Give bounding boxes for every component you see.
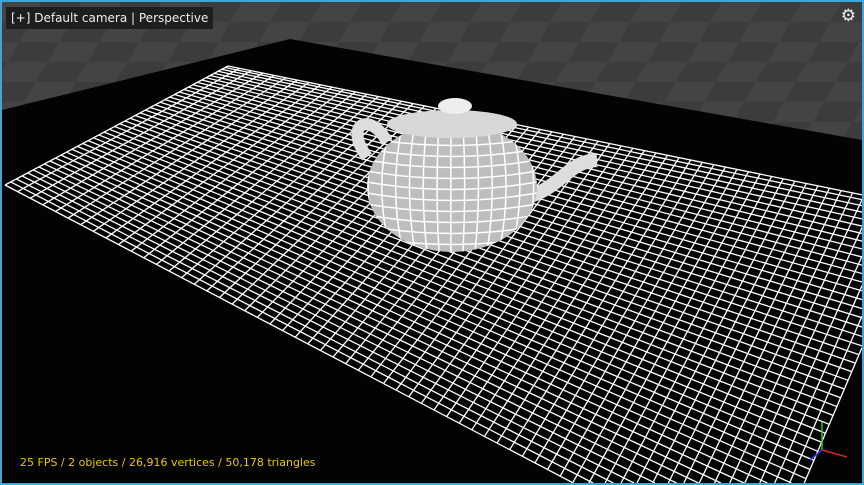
scene-canvas[interactable] (2, 2, 862, 483)
camera-label[interactable]: [+] Default camera | Perspective (6, 7, 214, 29)
3d-viewport[interactable]: [+] Default camera | Perspective ⚙ 25 FP… (0, 0, 864, 485)
render-stats: 25 FPS / 2 objects / 26,916 vertices / 5… (20, 456, 316, 469)
gear-icon[interactable]: ⚙ (841, 6, 856, 26)
